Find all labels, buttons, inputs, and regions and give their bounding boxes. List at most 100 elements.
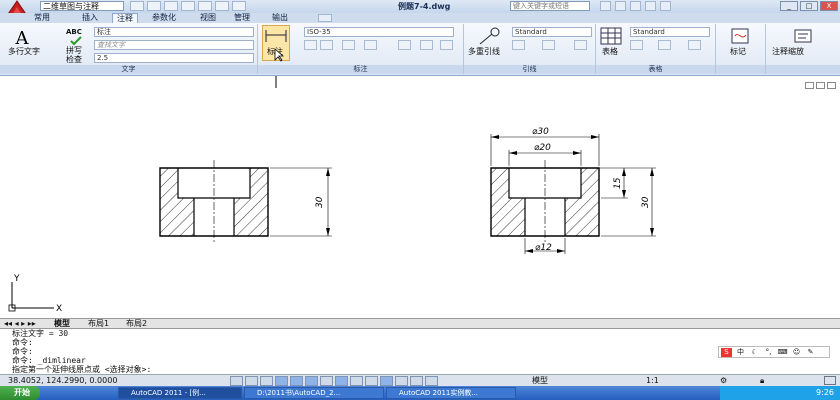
tab-manage[interactable]: 管理 bbox=[230, 13, 254, 23]
add-leader-icon[interactable] bbox=[512, 40, 525, 50]
viewport-close-icon[interactable] bbox=[827, 82, 836, 89]
dynamic-input-icon[interactable] bbox=[365, 376, 378, 386]
tables-panel-label[interactable]: 表格 bbox=[596, 65, 715, 74]
undo-icon[interactable] bbox=[215, 1, 229, 11]
tab-insert[interactable]: 插入 bbox=[78, 13, 102, 23]
object-snap-icon[interactable] bbox=[305, 376, 318, 386]
star-icon[interactable] bbox=[645, 1, 656, 11]
object-snap-tracking-icon[interactable] bbox=[335, 376, 348, 386]
dim-break-icon[interactable] bbox=[342, 40, 355, 50]
ortho-mode-icon[interactable] bbox=[275, 376, 288, 386]
markup-panel-label[interactable] bbox=[716, 65, 765, 74]
close-button[interactable]: X bbox=[820, 1, 838, 11]
dimension-style-dropdown[interactable]: ISO-35 bbox=[304, 27, 454, 37]
spell-check-button[interactable]: 拼写 检查 bbox=[66, 46, 82, 64]
check-icon bbox=[70, 36, 82, 46]
viewport-minimize-icon[interactable] bbox=[805, 82, 814, 89]
tab-view[interactable]: 视图 bbox=[196, 13, 220, 23]
dim-continue-icon[interactable] bbox=[320, 40, 333, 50]
ime-toolbar[interactable]: S 中 ☾ °, ⌨ ☺ ✎ bbox=[718, 346, 830, 358]
help-search-input[interactable]: 键入关键字或短语 bbox=[510, 1, 590, 11]
save-as-icon[interactable] bbox=[181, 1, 195, 11]
help-icon[interactable] bbox=[660, 1, 671, 11]
maximize-button[interactable]: □ bbox=[800, 1, 818, 11]
snap-mode-icon[interactable] bbox=[245, 376, 258, 386]
save-icon[interactable] bbox=[164, 1, 178, 11]
drawing-canvas[interactable]: 30 ⌀30 ⌀20 ⌀12 15 30 Y X bbox=[0, 76, 840, 318]
find-text-input[interactable]: 查找文字 bbox=[94, 40, 254, 50]
table-extract-icon[interactable] bbox=[658, 40, 671, 50]
leaders-panel-label[interactable]: 引线 bbox=[464, 65, 595, 74]
svg-text:A: A bbox=[15, 28, 30, 46]
table-download-icon[interactable] bbox=[688, 40, 701, 50]
multiline-text-button[interactable]: 多行文字 bbox=[8, 46, 40, 57]
text-height-dropdown[interactable]: 2.5 bbox=[94, 53, 254, 63]
dim-baseline-icon[interactable] bbox=[304, 40, 317, 50]
annotation-scaling-panel-label[interactable] bbox=[766, 65, 840, 74]
ribbon-minimize-icon[interactable] bbox=[318, 14, 332, 22]
new-file-icon[interactable] bbox=[130, 1, 144, 11]
allow-ucs-icon[interactable] bbox=[350, 376, 363, 386]
ime-tool-icon[interactable]: ✎ bbox=[805, 348, 816, 357]
tab-output[interactable]: 输出 bbox=[268, 13, 292, 23]
start-button[interactable]: 开始 bbox=[0, 386, 40, 400]
annotation-scale-icon[interactable] bbox=[792, 27, 814, 45]
quick-properties-icon[interactable] bbox=[410, 376, 423, 386]
minimize-button[interactable]: _ bbox=[780, 1, 798, 11]
taskbar-item-folder[interactable]: D:\2011书\AutoCAD_2... bbox=[244, 387, 384, 399]
align-leader-icon[interactable] bbox=[542, 40, 555, 50]
table-button[interactable]: 表格 bbox=[602, 46, 618, 57]
ime-moon-icon[interactable]: ☾ bbox=[749, 348, 760, 357]
selection-cycling-icon[interactable] bbox=[425, 376, 438, 386]
clean-screen-icon[interactable] bbox=[824, 376, 836, 385]
binoculars-icon[interactable] bbox=[600, 1, 611, 11]
tab-home[interactable]: 常用 bbox=[30, 13, 54, 23]
ime-keyboard-icon[interactable]: ⌨ bbox=[777, 348, 788, 357]
viewport-restore-icon[interactable] bbox=[816, 82, 825, 89]
multileader-icon[interactable] bbox=[478, 26, 502, 46]
text-panel-label[interactable]: 文字 bbox=[0, 65, 257, 74]
taskbar-item-document[interactable]: AutoCAD 2011实例教... bbox=[386, 387, 516, 399]
subscription-icon[interactable] bbox=[615, 1, 626, 11]
3d-osnap-icon[interactable] bbox=[320, 376, 333, 386]
workspace-dropdown[interactable]: 二维草图与注释 bbox=[40, 1, 124, 11]
infer-constraints-icon[interactable] bbox=[230, 376, 243, 386]
redo-icon[interactable] bbox=[232, 1, 246, 11]
command-window[interactable]: 标注文字 = 30 命令: 命令: 命令: _dimlinear 指定第一个延伸… bbox=[0, 328, 840, 375]
tab-annotate[interactable]: 注释 bbox=[112, 13, 138, 23]
system-tray-clock[interactable]: 9:26 bbox=[720, 386, 840, 400]
open-file-icon[interactable] bbox=[147, 1, 161, 11]
right-dia-30: ⌀30 bbox=[532, 127, 549, 137]
multileader-style-dropdown[interactable]: Standard bbox=[512, 27, 592, 37]
ime-user-icon[interactable]: ☺ bbox=[791, 348, 802, 357]
sogou-icon[interactable]: S bbox=[721, 347, 732, 357]
leaders-panel: 多重引线 Standard 引线 bbox=[464, 24, 596, 74]
annotation-scaling-button[interactable]: 注释缩放 bbox=[772, 46, 804, 57]
table-data-link-icon[interactable] bbox=[630, 40, 643, 50]
grid-display-icon[interactable] bbox=[260, 376, 273, 386]
multiline-text-icon[interactable]: A bbox=[10, 26, 34, 46]
polar-tracking-icon[interactable] bbox=[290, 376, 303, 386]
table-style-dropdown[interactable]: Standard bbox=[630, 27, 710, 37]
table-icon[interactable] bbox=[600, 27, 622, 45]
communication-icon[interactable] bbox=[630, 1, 641, 11]
print-icon[interactable] bbox=[198, 1, 212, 11]
collect-leader-icon[interactable] bbox=[574, 40, 587, 50]
transparency-icon[interactable] bbox=[395, 376, 408, 386]
dim-center-mark-icon[interactable] bbox=[420, 40, 433, 50]
multileader-button[interactable]: 多重引线 bbox=[468, 46, 500, 57]
lineweight-icon[interactable] bbox=[380, 376, 393, 386]
dim-tolerance-icon[interactable] bbox=[398, 40, 411, 50]
dim-space-icon[interactable] bbox=[364, 40, 377, 50]
taskbar-item-autocad[interactable]: AutoCAD 2011 - [例... bbox=[118, 387, 242, 399]
title-bar: 二维草图与注释 例题7-4.dwg 键入关键字或短语 _ □ X bbox=[0, 0, 840, 21]
ime-punct-icon[interactable]: °, bbox=[763, 348, 774, 357]
dim-jogged-icon[interactable] bbox=[440, 40, 453, 50]
ime-chinese-icon[interactable]: 中 bbox=[735, 348, 746, 357]
tab-parametric[interactable]: 参数化 bbox=[148, 13, 180, 23]
markup-icon[interactable] bbox=[730, 27, 752, 45]
markup-button[interactable]: 标记 bbox=[730, 46, 746, 57]
text-style-dropdown[interactable]: 标注 bbox=[94, 27, 254, 37]
command-prompt[interactable]: 指定第一个延伸线原点或 <选择对象>: bbox=[12, 365, 151, 374]
dimensions-panel-label[interactable]: 标注 bbox=[258, 65, 463, 74]
